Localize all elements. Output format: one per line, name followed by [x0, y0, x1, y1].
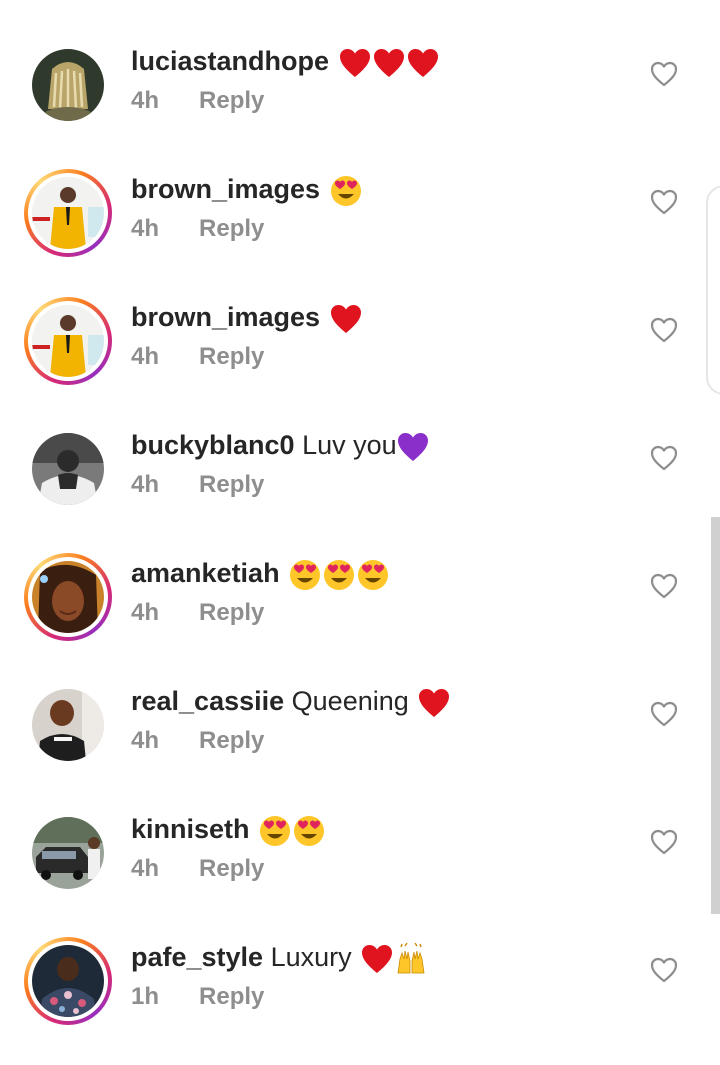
avatar[interactable]	[24, 937, 112, 1025]
avatar[interactable]	[24, 809, 112, 897]
comment-time: 4h	[131, 727, 160, 754]
avatar-photo	[32, 49, 104, 121]
comment-item: brown_images 4h Reply	[0, 297, 720, 425]
comment-item: amanketiah 4h Reply	[0, 553, 720, 681]
comment-time: 4h	[131, 855, 160, 882]
comment-username[interactable]: kinniseth	[131, 814, 250, 844]
comment-text: Luv you	[302, 430, 397, 460]
reply-button[interactable]: Reply	[199, 727, 264, 754]
avatar-photo	[32, 561, 104, 633]
like-heart-icon[interactable]	[650, 445, 678, 471]
reply-button[interactable]: Reply	[199, 471, 264, 498]
avatar[interactable]	[24, 553, 112, 641]
like-heart-icon[interactable]	[650, 701, 678, 727]
red-heart-icon	[418, 688, 450, 718]
reply-button[interactable]: Reply	[199, 855, 264, 882]
red-heart-icon	[361, 944, 393, 974]
comment-item: real_cassiie Queening 4h Reply	[0, 681, 720, 809]
comment-line: luciastandhope	[131, 41, 439, 81]
avatar[interactable]	[24, 41, 112, 129]
comment-item: kinniseth 4h Reply	[0, 809, 720, 937]
comment-meta: 4h Reply	[131, 597, 264, 629]
comment-line: amanketiah	[131, 553, 389, 593]
comment-item: buckyblanc0 Luv you 4h Reply	[0, 425, 720, 553]
side-panel-edge[interactable]	[706, 185, 720, 395]
avatar-photo	[32, 433, 104, 505]
comment-time: 4h	[131, 471, 160, 498]
avatar[interactable]	[24, 681, 112, 769]
red-heart-icon	[339, 48, 371, 78]
heart-eyes-icon	[293, 815, 325, 847]
comment-line: pafe_style Luxury	[131, 937, 427, 977]
heart-eyes-icon	[330, 175, 362, 207]
comment-meta: 4h Reply	[131, 213, 264, 245]
comment-time: 1h	[131, 983, 160, 1010]
comment-username[interactable]: brown_images	[131, 174, 320, 204]
avatar-photo	[32, 305, 104, 377]
avatar-photo	[32, 945, 104, 1017]
comment-meta: 4h Reply	[131, 341, 264, 373]
avatar[interactable]	[24, 297, 112, 385]
reply-button[interactable]: Reply	[199, 87, 264, 114]
avatar-photo	[32, 177, 104, 249]
heart-eyes-icon	[357, 559, 389, 591]
comment-time: 4h	[131, 343, 160, 370]
purple-heart-icon	[397, 432, 429, 462]
avatar-photo	[32, 817, 104, 889]
comment-username[interactable]: real_cassiie	[131, 686, 284, 716]
comment-text: Queening	[291, 686, 409, 716]
heart-eyes-icon	[323, 559, 355, 591]
red-heart-icon	[373, 48, 405, 78]
like-heart-icon[interactable]	[650, 317, 678, 343]
comment-meta: 1h Reply	[131, 981, 264, 1013]
raised-hands-icon	[395, 942, 427, 975]
comment-meta: 4h Reply	[131, 853, 264, 885]
comments-list: luciastandhope 4h Reply brown_images 4h …	[0, 0, 720, 1042]
heart-eyes-icon	[289, 559, 321, 591]
comment-meta: 4h Reply	[131, 85, 264, 117]
comment-text: Luxury	[270, 942, 352, 972]
like-heart-icon[interactable]	[650, 573, 678, 599]
avatar[interactable]	[24, 425, 112, 513]
comment-line: buckyblanc0 Luv you	[131, 425, 429, 465]
comment-item: pafe_style Luxury 1h Reply	[0, 937, 720, 1065]
avatar[interactable]	[24, 169, 112, 257]
comment-line: brown_images	[131, 169, 362, 209]
red-heart-icon	[330, 304, 362, 334]
comment-line: kinniseth	[131, 809, 325, 849]
reply-button[interactable]: Reply	[199, 215, 264, 242]
avatar-photo	[32, 689, 104, 761]
reply-button[interactable]: Reply	[199, 983, 264, 1010]
like-heart-icon[interactable]	[650, 189, 678, 215]
comment-line: brown_images	[131, 297, 362, 337]
scrollbar[interactable]	[711, 517, 720, 914]
reply-button[interactable]: Reply	[199, 343, 264, 370]
comment-time: 4h	[131, 87, 160, 114]
comment-username[interactable]: pafe_style	[131, 942, 263, 972]
comment-username[interactable]: brown_images	[131, 302, 320, 332]
reply-button[interactable]: Reply	[199, 599, 264, 626]
comment-username[interactable]: luciastandhope	[131, 46, 329, 76]
comment-time: 4h	[131, 215, 160, 242]
red-heart-icon	[407, 48, 439, 78]
like-heart-icon[interactable]	[650, 829, 678, 855]
heart-eyes-icon	[259, 815, 291, 847]
like-heart-icon[interactable]	[650, 61, 678, 87]
comment-item: luciastandhope 4h Reply	[0, 41, 720, 169]
comment-line: real_cassiie Queening	[131, 681, 450, 721]
like-heart-icon[interactable]	[650, 957, 678, 983]
comment-item: brown_images 4h Reply	[0, 169, 720, 297]
comment-meta: 4h Reply	[131, 469, 264, 501]
comment-time: 4h	[131, 599, 160, 626]
comment-meta: 4h Reply	[131, 725, 264, 757]
comment-username[interactable]: buckyblanc0	[131, 430, 295, 460]
comment-username[interactable]: amanketiah	[131, 558, 280, 588]
